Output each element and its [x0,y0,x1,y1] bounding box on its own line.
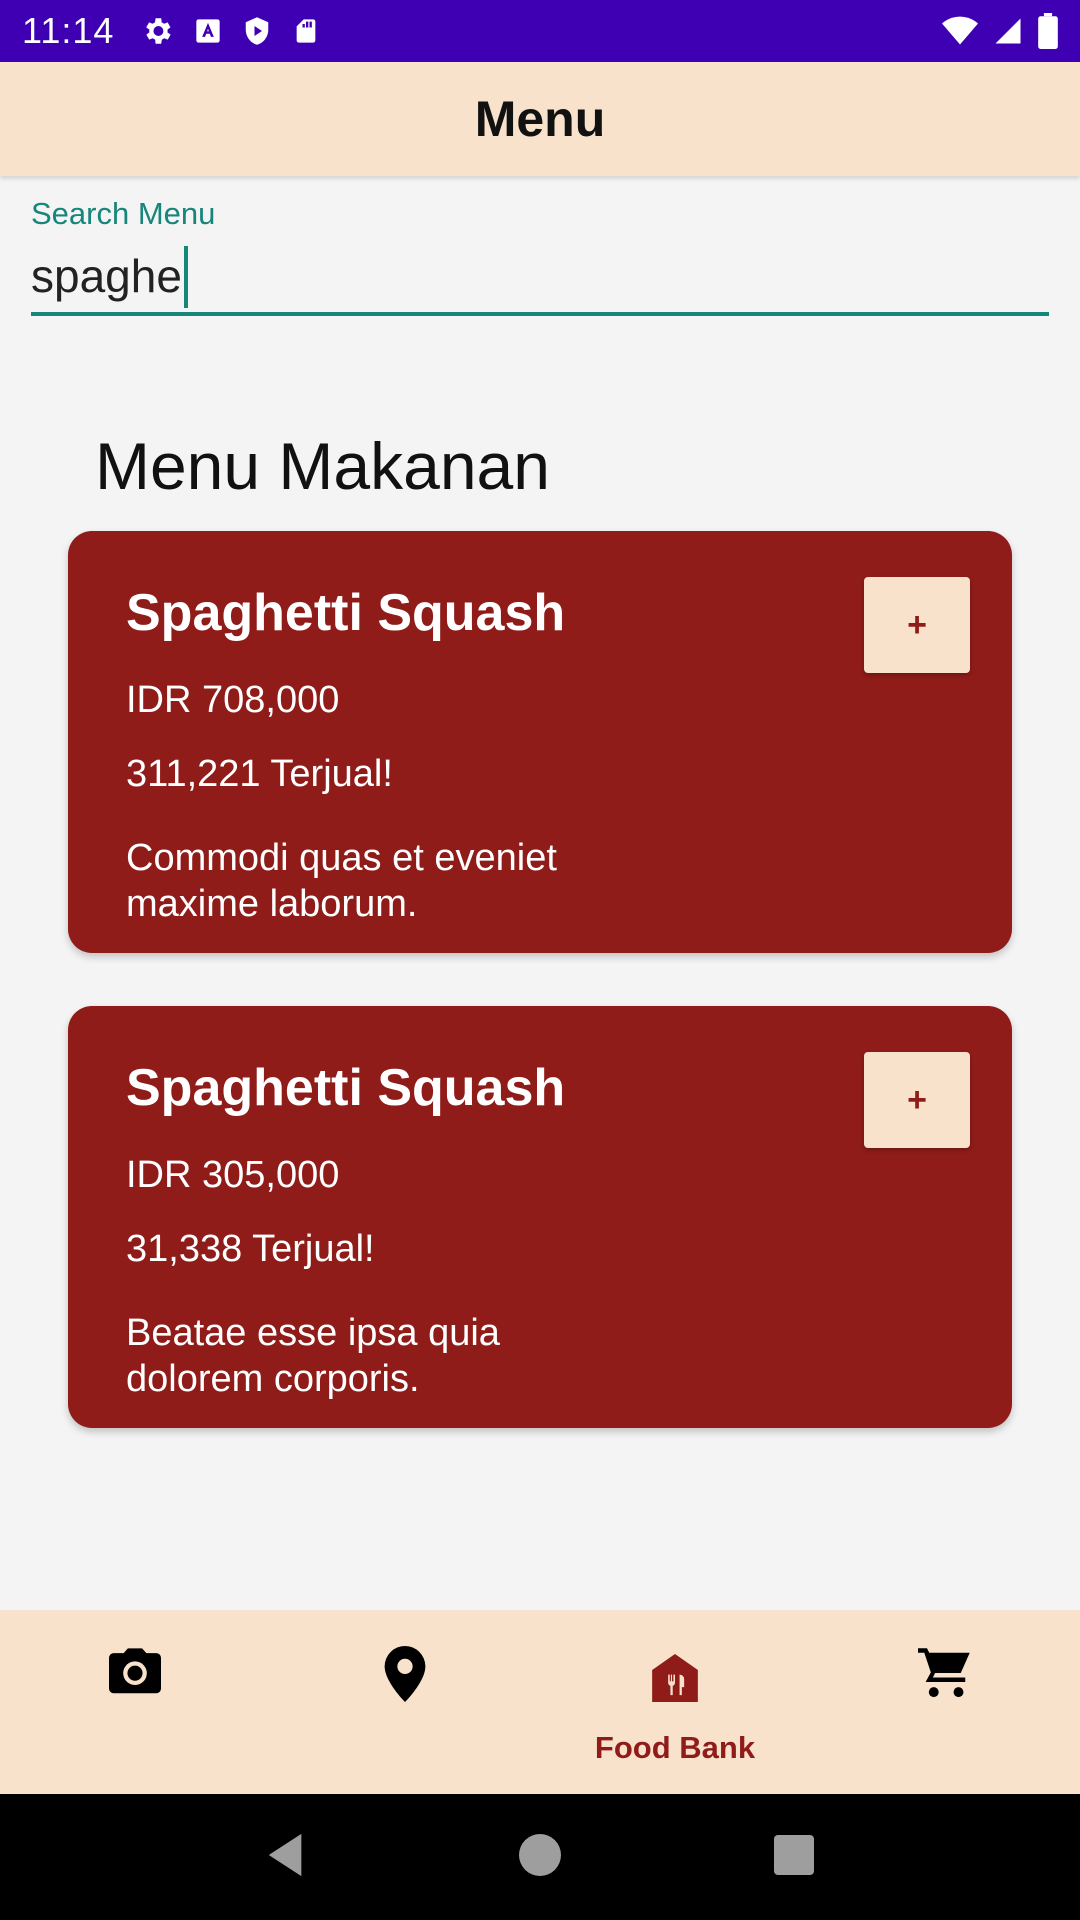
location-pin-icon [383,1646,427,1707]
play-protect-icon [242,14,272,48]
menu-item-sold: 31,338 Terjual! [126,1228,375,1270]
menu-item-sold: 311,221 Terjual! [126,753,393,795]
search-input-row[interactable] [31,246,1049,316]
nav-item-camera[interactable] [0,1610,270,1794]
page-title: Menu [474,91,606,147]
settings-icon [140,14,174,48]
menu-item-description: Commodi quas et eveniet maxime laborum. [126,837,557,925]
signal-icon [992,16,1024,46]
battery-icon [1038,13,1058,49]
menu-card: Spaghetti Squash IDR 305,000 31,338 Terj… [68,1006,1012,1428]
status-left-icons [140,14,320,48]
text-cursor [184,246,188,308]
bottom-navigation: Food Bank [0,1610,1080,1794]
status-right-icons [942,13,1058,49]
home-icon[interactable] [518,1833,561,1881]
section-heading: Menu Makanan [95,429,550,503]
search-field: Search Menu [31,196,1049,316]
back-icon[interactable] [266,1832,306,1883]
add-to-cart-button[interactable]: + [864,577,970,673]
camera-icon [106,1646,164,1703]
nav-item-location[interactable] [270,1610,540,1794]
search-label: Search Menu [31,196,216,231]
status-bar: 11:14 [0,0,1080,62]
menu-card: Spaghetti Squash IDR 708,000 311,221 Ter… [68,531,1012,953]
nav-item-cart[interactable] [810,1610,1080,1794]
menu-item-price: IDR 305,000 [126,1154,340,1196]
a-square-icon [194,16,222,46]
system-navigation-bar [0,1794,1080,1920]
search-input[interactable] [31,246,183,306]
menu-item-name: Spaghetti Squash [126,1059,566,1117]
menu-item-description: Beatae esse ipsa quia dolorem corporis. [126,1312,500,1400]
menu-item-name: Spaghetti Squash [126,584,566,642]
nav-item-food-bank[interactable]: Food Bank [540,1610,810,1794]
add-to-cart-button[interactable]: + [864,1052,970,1148]
app-bar: Menu [0,62,1080,176]
recents-icon[interactable] [773,1834,814,1880]
menu-item-price: IDR 708,000 [126,679,340,721]
wifi-icon [942,16,978,46]
nav-label-food-bank: Food Bank [594,1730,756,1765]
food-bank-icon [652,1654,698,1707]
cart-icon [917,1646,973,1705]
status-time: 11:14 [22,10,115,51]
sd-card-icon [292,15,320,47]
